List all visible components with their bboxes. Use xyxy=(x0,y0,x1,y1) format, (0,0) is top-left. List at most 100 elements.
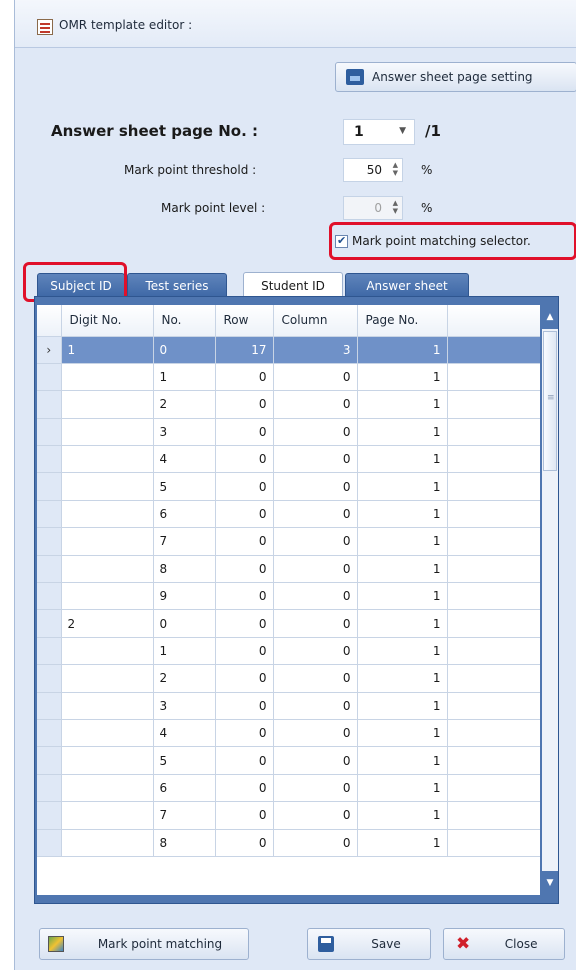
row-selector[interactable] xyxy=(37,637,62,666)
table-cell[interactable]: 1 xyxy=(357,746,448,775)
table-row[interactable]: 8001 xyxy=(37,555,540,584)
row-selector[interactable]: › xyxy=(37,336,62,364)
table-cell[interactable] xyxy=(61,829,154,857)
table-row[interactable]: 5001 xyxy=(37,746,540,775)
vertical-scrollbar[interactable]: ▲ ≡ ▼ xyxy=(542,305,558,895)
table-cell[interactable]: 0 xyxy=(153,609,216,638)
table-row[interactable]: 5001 xyxy=(37,472,540,501)
table-cell[interactable]: 0 xyxy=(273,719,358,748)
table-cell[interactable]: 1 xyxy=(357,774,448,803)
table-cell[interactable]: 0 xyxy=(215,582,274,611)
row-selector[interactable] xyxy=(37,801,62,830)
row-selector[interactable] xyxy=(37,664,62,693)
table-cell[interactable]: 0 xyxy=(215,664,274,693)
table-cell[interactable]: 1 xyxy=(357,390,448,419)
spinner-arrows-icon[interactable]: ▲ ▼ xyxy=(393,161,398,177)
table-cell[interactable]: 0 xyxy=(273,801,358,830)
table-cell[interactable]: 0 xyxy=(273,746,358,775)
table-cell[interactable]: 1 xyxy=(357,418,448,447)
table-cell[interactable]: 1 xyxy=(357,719,448,748)
table-cell[interactable]: 8 xyxy=(153,829,216,857)
table-row[interactable]: 7001 xyxy=(37,527,540,556)
table-cell[interactable]: 0 xyxy=(215,527,274,556)
row-selector[interactable] xyxy=(37,527,62,556)
table-row[interactable]: 2001 xyxy=(37,390,540,419)
level-spinner[interactable]: 0 ▲ ▼ xyxy=(343,196,403,220)
scroll-up-icon[interactable]: ▲ xyxy=(542,305,558,329)
scroll-down-icon[interactable]: ▼ xyxy=(542,871,558,895)
table-cell[interactable] xyxy=(61,746,154,775)
table-cell[interactable]: 0 xyxy=(215,801,274,830)
table-cell[interactable]: 1 xyxy=(153,637,216,666)
table-cell[interactable]: 5 xyxy=(153,746,216,775)
table-cell[interactable]: 1 xyxy=(357,527,448,556)
table-cell[interactable]: 1 xyxy=(357,336,448,364)
table-cell[interactable] xyxy=(61,555,154,584)
table-row[interactable]: 3001 xyxy=(37,418,540,447)
table-cell[interactable]: 0 xyxy=(215,418,274,447)
table-cell[interactable]: 4 xyxy=(153,719,216,748)
table-cell[interactable] xyxy=(61,719,154,748)
save-button[interactable]: Save xyxy=(307,928,431,960)
table-cell[interactable]: 1 xyxy=(357,664,448,693)
column-header[interactable]: Digit No. xyxy=(61,305,154,337)
row-selector[interactable] xyxy=(37,555,62,584)
table-cell[interactable] xyxy=(61,418,154,447)
answer-sheet-page-setting-button[interactable]: Answer sheet page setting xyxy=(335,62,576,92)
tab-answer-sheet[interactable]: Answer sheet xyxy=(345,273,469,297)
table-cell[interactable]: 9 xyxy=(153,582,216,611)
table-cell[interactable]: 0 xyxy=(273,472,358,501)
table-cell[interactable] xyxy=(61,692,154,720)
chevron-down-icon[interactable]: ▼ xyxy=(399,126,406,136)
spinner-arrows-icon[interactable]: ▲ ▼ xyxy=(393,199,398,215)
table-cell[interactable]: 0 xyxy=(273,500,358,529)
row-selector[interactable] xyxy=(37,500,62,529)
table-cell[interactable]: 0 xyxy=(273,555,358,584)
column-header[interactable]: Page No. xyxy=(357,305,448,337)
row-selector[interactable] xyxy=(37,609,62,638)
table-cell[interactable] xyxy=(61,664,154,693)
table-cell[interactable]: 0 xyxy=(273,390,358,419)
table-cell[interactable]: 2 xyxy=(153,390,216,419)
table-cell[interactable]: 0 xyxy=(215,719,274,748)
table-cell[interactable]: 1 xyxy=(357,582,448,611)
table-cell[interactable]: 5 xyxy=(153,472,216,501)
scroll-thumb[interactable]: ≡ xyxy=(543,331,557,471)
row-selector[interactable] xyxy=(37,363,62,392)
row-selector[interactable] xyxy=(37,472,62,501)
column-header[interactable]: Row xyxy=(215,305,274,337)
table-cell[interactable]: 3 xyxy=(273,336,358,364)
threshold-spinner[interactable]: 50 ▲ ▼ xyxy=(343,158,403,182)
table-cell[interactable] xyxy=(61,774,154,803)
table-cell[interactable]: 3 xyxy=(153,418,216,447)
table-row[interactable]: 20001 xyxy=(37,609,540,638)
table-cell[interactable]: 0 xyxy=(273,418,358,447)
table-cell[interactable] xyxy=(61,390,154,419)
table-cell[interactable]: 0 xyxy=(273,774,358,803)
table-cell[interactable]: 0 xyxy=(273,527,358,556)
table-cell[interactable]: 1 xyxy=(357,445,448,474)
row-selector[interactable] xyxy=(37,418,62,447)
row-selector[interactable] xyxy=(37,390,62,419)
row-selector[interactable] xyxy=(37,692,62,720)
table-row[interactable]: 8001 xyxy=(37,829,540,857)
table-cell[interactable] xyxy=(61,500,154,529)
table-cell[interactable]: 1 xyxy=(357,363,448,392)
table-cell[interactable]: 1 xyxy=(357,555,448,584)
table-row[interactable]: 1001 xyxy=(37,637,540,666)
table-cell[interactable] xyxy=(61,527,154,556)
table-row[interactable]: 6001 xyxy=(37,774,540,803)
table-cell[interactable] xyxy=(61,801,154,830)
table-cell[interactable] xyxy=(61,445,154,474)
table-cell[interactable]: 2 xyxy=(153,664,216,693)
table-cell[interactable]: 1 xyxy=(357,801,448,830)
table-row[interactable]: 4001 xyxy=(37,719,540,748)
table-cell[interactable]: 0 xyxy=(273,363,358,392)
table-cell[interactable]: 0 xyxy=(215,390,274,419)
table-cell[interactable] xyxy=(61,363,154,392)
table-cell[interactable]: 0 xyxy=(273,664,358,693)
table-cell[interactable]: 1 xyxy=(357,472,448,501)
table-cell[interactable]: 7 xyxy=(153,801,216,830)
table-cell[interactable]: 17 xyxy=(215,336,274,364)
table-cell[interactable]: 0 xyxy=(215,363,274,392)
